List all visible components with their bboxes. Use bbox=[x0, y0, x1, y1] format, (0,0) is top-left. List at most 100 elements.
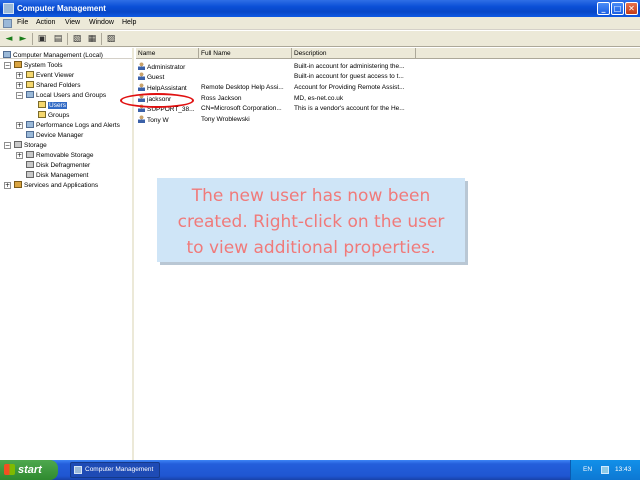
description-cell: Account for Providing Remote Assist... bbox=[294, 84, 405, 91]
callout-line: The new user has now been bbox=[191, 186, 431, 206]
user-icon bbox=[138, 115, 145, 123]
toolbar: ◄ ► ▣ ▤ ▧ ▦ ▨ bbox=[0, 31, 640, 47]
menu-action[interactable]: Action bbox=[36, 19, 55, 26]
event-viewer-icon bbox=[26, 71, 34, 78]
column-header-full-name[interactable]: Full Name bbox=[199, 48, 292, 59]
expand-icon[interactable]: + bbox=[16, 82, 23, 89]
export-icon[interactable]: ▦ bbox=[86, 33, 98, 45]
collapse-icon[interactable]: − bbox=[4, 142, 11, 149]
start-button[interactable]: start bbox=[0, 460, 58, 480]
expand-icon[interactable]: + bbox=[16, 72, 23, 79]
user-icon bbox=[138, 72, 145, 80]
table-row[interactable]: HelpAssistant Remote Desktop Help Assi..… bbox=[136, 83, 436, 93]
menu-help[interactable]: Help bbox=[122, 19, 136, 26]
shared-folders-icon bbox=[26, 81, 34, 88]
menu-window[interactable]: Window bbox=[89, 19, 114, 26]
task-label: Computer Management bbox=[85, 466, 154, 473]
performance-icon bbox=[26, 121, 34, 128]
expand-icon[interactable]: + bbox=[16, 152, 23, 159]
tree-node-label: Event Viewer bbox=[36, 72, 75, 79]
tree-node-users[interactable]: Users bbox=[38, 101, 67, 111]
tree-node-disk-management[interactable]: Disk Management bbox=[26, 171, 88, 181]
forward-icon[interactable]: ► bbox=[17, 33, 29, 45]
expand-icon[interactable]: + bbox=[16, 122, 23, 129]
folder-icon bbox=[38, 101, 46, 108]
user-name: Guest bbox=[147, 74, 165, 81]
taskbar: start Computer Management EN 13:43 bbox=[0, 460, 640, 480]
system-tray: EN 13:43 bbox=[570, 460, 640, 480]
description-cell: This is a vendor's account for the He... bbox=[294, 105, 405, 112]
tree-node-label: Removable Storage bbox=[36, 152, 94, 159]
description-cell: Built-in account for administering the..… bbox=[294, 63, 405, 70]
back-icon[interactable]: ◄ bbox=[3, 33, 15, 45]
taskbar-button-computer-management[interactable]: Computer Management bbox=[70, 462, 160, 478]
tree-node-label: Performance Logs and Alerts bbox=[36, 122, 120, 129]
tree-node-services-applications[interactable]: Services and Applications bbox=[14, 181, 98, 191]
up-icon[interactable]: ▣ bbox=[36, 33, 48, 45]
callout-line: to view additional properties. bbox=[186, 238, 436, 258]
table-row[interactable]: Tony W Tony Wroblewski bbox=[136, 115, 436, 125]
user-name: Tony W bbox=[147, 117, 169, 124]
tree-node-device-manager[interactable]: Device Manager bbox=[26, 131, 83, 141]
minimize-button[interactable]: _ bbox=[597, 2, 610, 15]
maximize-button[interactable]: □ bbox=[611, 2, 624, 15]
tree-node-label: Disk Defragmenter bbox=[36, 162, 91, 169]
windows-logo-icon bbox=[4, 464, 15, 475]
collapse-icon[interactable]: − bbox=[16, 92, 23, 99]
computer-management-icon bbox=[74, 466, 82, 474]
menu-file[interactable]: File bbox=[17, 19, 28, 26]
computer-management-icon bbox=[3, 3, 14, 14]
help-icon[interactable]: ▨ bbox=[105, 33, 117, 45]
column-header-name[interactable]: Name bbox=[136, 48, 199, 59]
show-hide-tree-icon[interactable]: ▤ bbox=[52, 33, 64, 45]
tree-node-computer-management[interactable]: Computer Management (Local) bbox=[3, 51, 103, 61]
list-header: Name Full Name Description bbox=[136, 48, 640, 59]
menu-bar: File Action View Window Help bbox=[0, 17, 640, 30]
tree-node-label: Shared Folders bbox=[36, 82, 81, 89]
menu-view[interactable]: View bbox=[65, 19, 80, 26]
clock[interactable]: 13:43 bbox=[615, 466, 631, 473]
user-name: Administrator bbox=[147, 64, 186, 71]
tree-node-storage[interactable]: Storage bbox=[14, 141, 47, 151]
services-icon bbox=[14, 181, 22, 188]
tree-node-event-viewer[interactable]: Event Viewer bbox=[26, 71, 74, 81]
name-cell: Tony W bbox=[138, 115, 198, 126]
user-icon bbox=[138, 62, 145, 70]
toolbar-separator bbox=[101, 33, 102, 45]
device-manager-icon bbox=[26, 131, 34, 138]
users-groups-icon bbox=[26, 91, 34, 98]
refresh-icon[interactable]: ▧ bbox=[71, 33, 83, 45]
system-menu-icon[interactable] bbox=[3, 19, 12, 28]
folder-icon bbox=[38, 111, 46, 118]
tree-node-shared-folders[interactable]: Shared Folders bbox=[26, 81, 80, 91]
description-cell: MD, es-net.co.uk bbox=[294, 95, 344, 102]
name-cell: Guest bbox=[138, 72, 198, 83]
full-name-cell: Remote Desktop Help Assi... bbox=[201, 84, 284, 91]
description-cell: Built-in account for guest access to t..… bbox=[294, 73, 404, 80]
tree-node-label: Local Users and Groups bbox=[36, 92, 107, 99]
tree-node-label: Device Manager bbox=[36, 132, 84, 139]
tree-node-local-users-groups[interactable]: Local Users and Groups bbox=[26, 91, 106, 101]
table-row[interactable]: Guest Built-in account for guest access … bbox=[136, 72, 436, 82]
defrag-icon bbox=[26, 161, 34, 168]
collapse-icon[interactable]: − bbox=[4, 62, 11, 69]
column-header-description[interactable]: Description bbox=[292, 48, 416, 59]
tree-node-groups[interactable]: Groups bbox=[38, 111, 69, 121]
expand-icon[interactable]: + bbox=[4, 182, 11, 189]
title-bar: Computer Management _ □ ✕ bbox=[0, 0, 640, 17]
removable-storage-icon bbox=[26, 151, 34, 158]
tree-node-removable-storage[interactable]: Removable Storage bbox=[26, 151, 93, 161]
tree-node-system-tools[interactable]: System Tools bbox=[14, 61, 63, 71]
full-name-cell: Tony Wroblewski bbox=[201, 116, 250, 123]
tree-node-performance-logs[interactable]: Performance Logs and Alerts bbox=[26, 121, 120, 131]
tutorial-callout: The new user has now been created. Right… bbox=[157, 178, 465, 262]
disk-icon bbox=[26, 171, 34, 178]
tree-node-label: Services and Applications bbox=[24, 182, 99, 189]
tools-icon bbox=[14, 61, 22, 68]
language-indicator[interactable]: EN bbox=[583, 466, 592, 473]
close-button[interactable]: ✕ bbox=[625, 2, 638, 15]
network-icon[interactable] bbox=[601, 466, 609, 474]
table-row[interactable]: Administrator Built-in account for admin… bbox=[136, 62, 436, 72]
full-name-cell: CN=Microsoft Corporation... bbox=[201, 105, 282, 112]
tree-node-disk-defragmenter[interactable]: Disk Defragmenter bbox=[26, 161, 90, 171]
